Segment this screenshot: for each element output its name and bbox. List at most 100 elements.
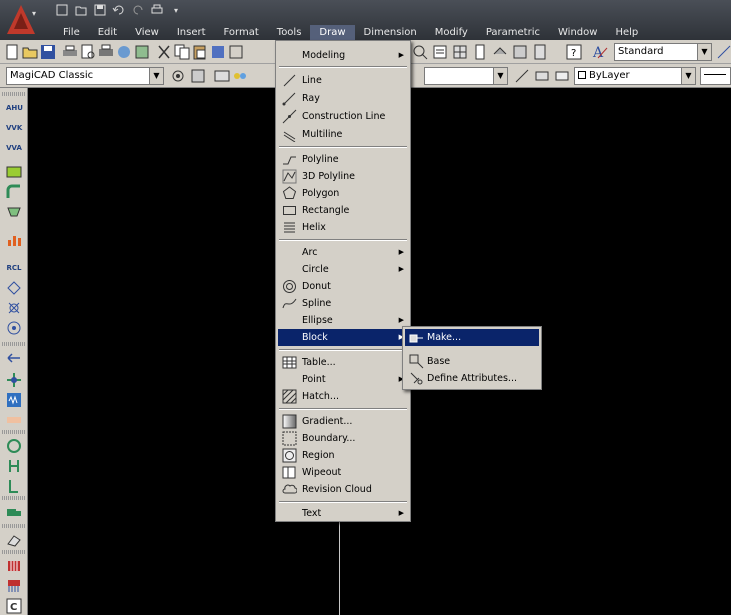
draw-menu-block[interactable]: Block▶: [278, 329, 408, 346]
markup-icon[interactable]: [512, 44, 528, 60]
toolbar-grip[interactable]: [2, 92, 26, 96]
truck-icon[interactable]: [6, 504, 22, 520]
menu-window[interactable]: Window: [549, 25, 606, 40]
draw-menu-gradient[interactable]: Gradient...: [278, 413, 408, 430]
zoom-realtime-icon[interactable]: [412, 44, 428, 60]
bracket-icon[interactable]: [6, 478, 22, 494]
c-icon[interactable]: C: [6, 598, 22, 614]
menu-dimension[interactable]: Dimension: [355, 25, 426, 40]
draw-menu-revision-cloud[interactable]: Revision Cloud: [278, 481, 408, 498]
menu-help[interactable]: Help: [606, 25, 647, 40]
print-icon[interactable]: [149, 3, 165, 17]
layer-properties-icon[interactable]: [214, 68, 230, 84]
draw-menu-rectangle[interactable]: Rectangle: [278, 202, 408, 219]
arrow-left-icon[interactable]: [6, 350, 22, 366]
draw-menu-line[interactable]: Line: [278, 72, 408, 89]
draw-menu-hatch[interactable]: Hatch...: [278, 388, 408, 405]
block-editor-icon[interactable]: [228, 44, 244, 60]
draw-menu-modeling[interactable]: Modeling ▶: [278, 47, 408, 64]
menu-format[interactable]: Format: [215, 25, 268, 40]
open-drawing-icon[interactable]: [22, 44, 38, 60]
paste-icon[interactable]: [192, 44, 208, 60]
diamond-icon[interactable]: [6, 280, 22, 296]
properties-icon[interactable]: [432, 44, 448, 60]
draw-menu-polyline[interactable]: Polyline: [278, 151, 408, 168]
color-control-select[interactable]: ByLayer ▼: [574, 67, 696, 85]
layer-states-icon[interactable]: [554, 68, 570, 84]
3d-dwf-icon[interactable]: [116, 44, 132, 60]
sheet-set-icon[interactable]: [492, 44, 508, 60]
make-object-layer-current-icon[interactable]: [514, 68, 530, 84]
menu-modify[interactable]: Modify: [426, 25, 477, 40]
block-menu-make[interactable]: Make...: [405, 329, 539, 346]
draw-menu-text[interactable]: Text ▶: [278, 505, 408, 522]
workspace-select[interactable]: MagiCAD Classic ▼: [6, 67, 164, 85]
etransmit-icon[interactable]: [134, 44, 150, 60]
workspace-settings-icon[interactable]: [170, 68, 186, 84]
draw-menu-construction-line[interactable]: Construction Line: [278, 108, 408, 125]
ahu-icon[interactable]: AHU: [6, 100, 23, 116]
plot-icon[interactable]: [62, 44, 78, 60]
bend-icon[interactable]: [6, 184, 22, 200]
draw-menu-3d-polyline[interactable]: 3D Polyline: [278, 168, 408, 185]
draw-menu-region[interactable]: Region: [278, 447, 408, 464]
calculator-icon[interactable]: [532, 44, 548, 60]
draw-menu-multiline[interactable]: Multiline: [278, 126, 408, 143]
help-icon[interactable]: ?: [566, 44, 582, 60]
menu-view[interactable]: View: [126, 25, 168, 40]
layer-previous-icon[interactable]: [534, 68, 550, 84]
tool-palettes-icon[interactable]: [472, 44, 488, 60]
radiator-icon[interactable]: [6, 558, 22, 574]
pipe-icon[interactable]: [6, 458, 22, 474]
draw-menu-table[interactable]: Table...: [278, 354, 408, 371]
cut-icon[interactable]: [156, 44, 172, 60]
save-icon[interactable]: [92, 3, 108, 17]
menu-edit[interactable]: Edit: [89, 25, 126, 40]
heater-icon[interactable]: [6, 578, 22, 594]
my-workspace-icon[interactable]: [190, 68, 206, 84]
new-icon[interactable]: [54, 3, 70, 17]
menu-file[interactable]: File: [54, 25, 89, 40]
menu-draw[interactable]: Draw: [310, 25, 355, 40]
menu-parametric[interactable]: Parametric: [477, 25, 549, 40]
draw-menu-boundary[interactable]: Boundary...: [278, 430, 408, 447]
block-menu-define-attributes[interactable]: Define Attributes...: [405, 370, 539, 387]
chevron-down-icon[interactable]: ▼: [681, 68, 695, 84]
text-style-select[interactable]: Standard ▼: [614, 43, 712, 61]
chart-icon[interactable]: [6, 232, 22, 248]
redo-icon[interactable]: [130, 3, 146, 17]
layer-select[interactable]: ▼: [424, 67, 508, 85]
block-menu-base[interactable]: Base: [405, 353, 539, 370]
layer-state-icon[interactable]: [232, 68, 248, 84]
chevron-down-icon[interactable]: ▼: [493, 68, 507, 84]
copy-icon[interactable]: [174, 44, 190, 60]
draw-menu-helix[interactable]: Helix: [278, 219, 408, 236]
draw-menu-ellipse[interactable]: Ellipse ▶: [278, 312, 408, 329]
rcl-icon[interactable]: RCL: [6, 260, 22, 276]
app-menu-button[interactable]: ▾: [4, 2, 38, 38]
draw-menu-arc[interactable]: Arc ▶: [278, 244, 408, 261]
wave-icon[interactable]: [6, 392, 22, 408]
menu-insert[interactable]: Insert: [168, 25, 215, 40]
chevron-down-icon[interactable]: ▼: [697, 44, 711, 60]
undo-icon[interactable]: [111, 3, 127, 17]
draw-menu-circle[interactable]: Circle ▶: [278, 261, 408, 278]
chevron-down-icon[interactable]: ▼: [149, 68, 163, 84]
draw-menu-spline[interactable]: Spline: [278, 295, 408, 312]
ring-icon[interactable]: [6, 438, 22, 454]
transition-icon[interactable]: [6, 204, 22, 220]
save-drawing-icon[interactable]: [40, 44, 56, 60]
draw-menu-donut[interactable]: Donut: [278, 278, 408, 295]
vvk-icon[interactable]: VVK: [6, 120, 22, 136]
open-icon[interactable]: [73, 3, 89, 17]
eraser-icon[interactable]: [6, 532, 22, 548]
qat-dropdown-icon[interactable]: ▾: [168, 3, 184, 17]
cross-icon[interactable]: [6, 300, 22, 316]
new-drawing-icon[interactable]: [4, 44, 20, 60]
design-center-icon[interactable]: [452, 44, 468, 60]
draw-menu-wipeout[interactable]: Wipeout: [278, 464, 408, 481]
move-icon[interactable]: [6, 372, 22, 388]
duct-icon[interactable]: [6, 164, 22, 180]
menu-tools[interactable]: Tools: [268, 25, 311, 40]
plot-preview-icon[interactable]: [80, 44, 96, 60]
